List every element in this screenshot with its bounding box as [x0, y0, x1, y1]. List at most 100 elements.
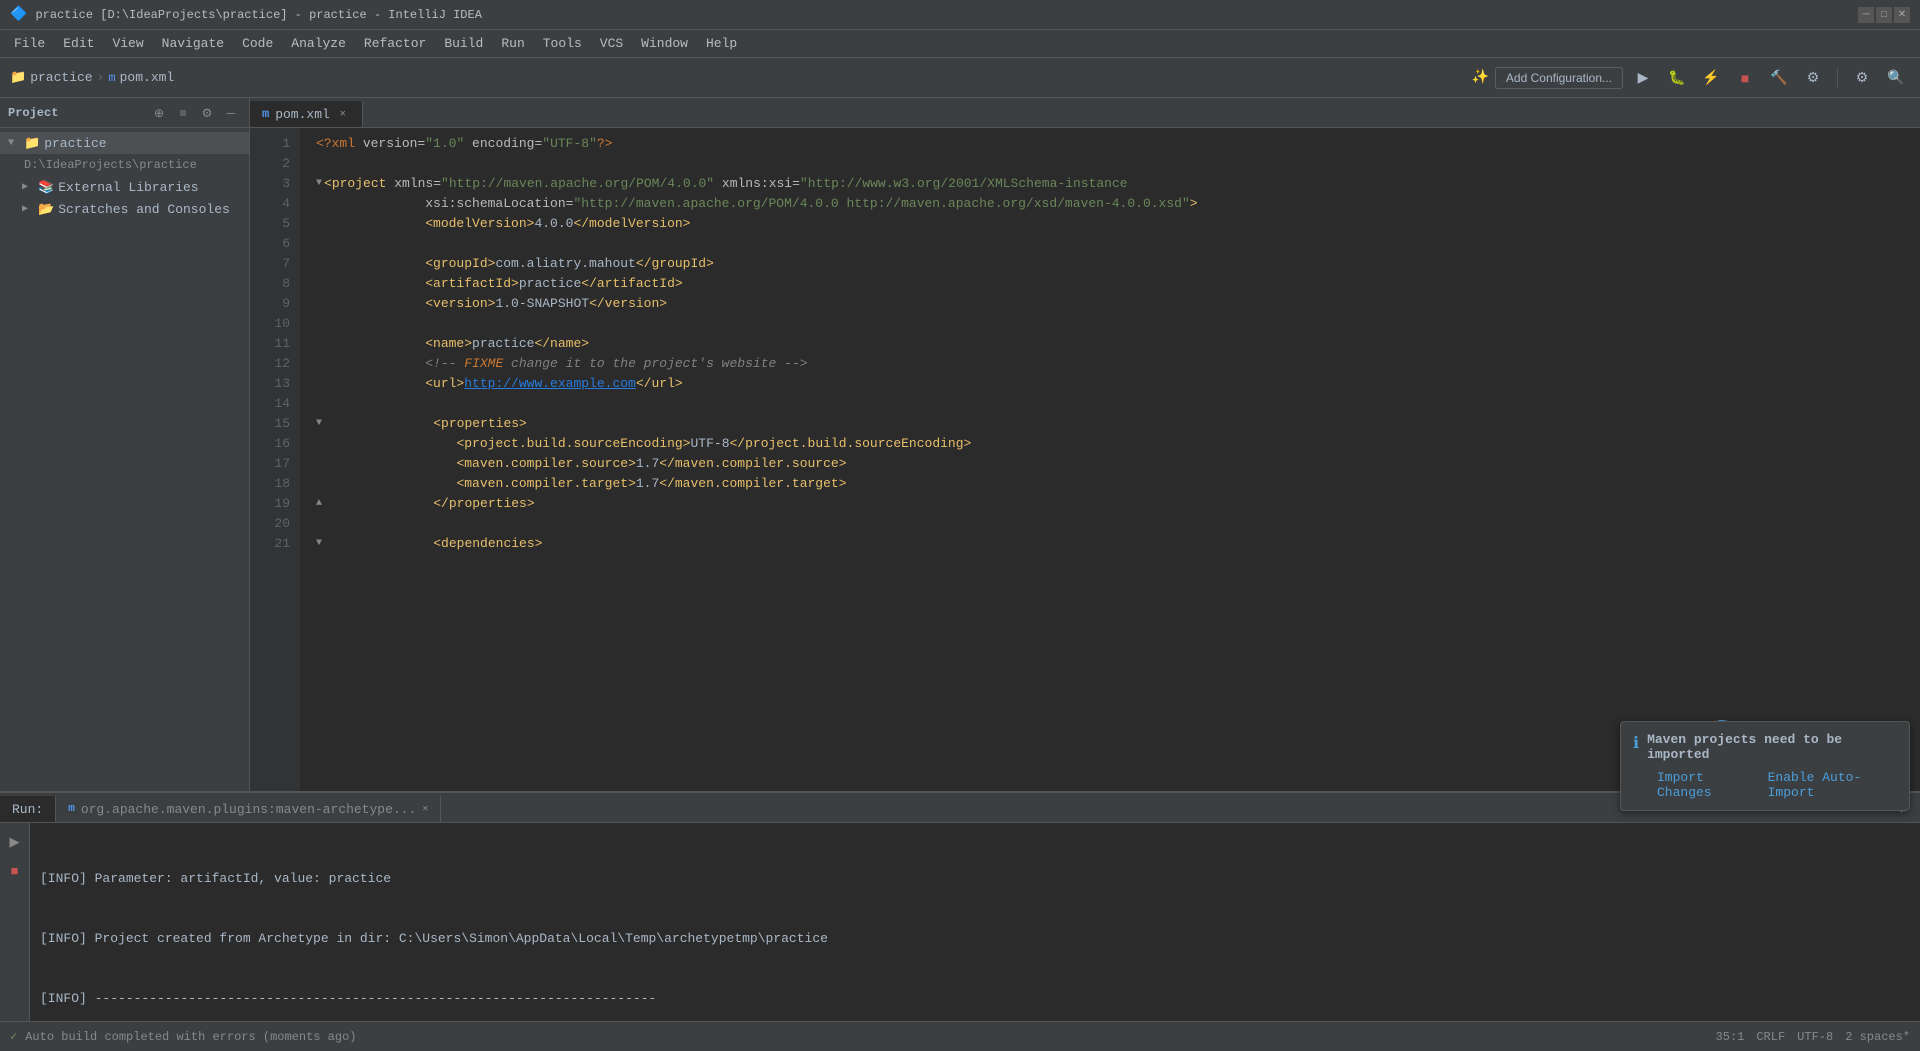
- editor-tabs: m pom.xml ✕: [250, 98, 1920, 128]
- run-button[interactable]: ▶: [1629, 64, 1657, 92]
- title-bar-controls: ─ □ ✕: [1858, 7, 1910, 23]
- menu-file[interactable]: File: [6, 33, 53, 54]
- menu-analyze[interactable]: Analyze: [283, 33, 354, 54]
- status-build-text: Auto build completed with errors (moment…: [25, 1030, 356, 1044]
- library-icon: 📚: [38, 180, 54, 195]
- menu-view[interactable]: View: [104, 33, 151, 54]
- debug-button[interactable]: 🐛: [1663, 64, 1691, 92]
- tree-item-scratches[interactable]: ▶ 📂 Scratches and Consoles: [0, 198, 249, 220]
- tree-item-external-libraries[interactable]: ▶ 📚 External Libraries: [0, 176, 249, 198]
- breadcrumb-project[interactable]: practice: [30, 70, 92, 85]
- code-line-7: <groupId>com.aliatry.mahout</groupId>: [316, 254, 1920, 274]
- tab-maven-run[interactable]: m org.apache.maven.plugins:maven-archety…: [56, 796, 441, 822]
- code-line-17: <maven.compiler.source>1.7</maven.compil…: [316, 454, 1920, 474]
- status-encoding[interactable]: UTF-8: [1797, 1030, 1833, 1044]
- code-line-18: <maven.compiler.target>1.7</maven.compil…: [316, 474, 1920, 494]
- tab-pom-label: pom.xml: [275, 107, 330, 122]
- close-button[interactable]: ✕: [1894, 7, 1910, 23]
- magic-wand-icon: ✨: [1471, 69, 1488, 86]
- bottom-tab-close-button[interactable]: ✕: [422, 803, 428, 815]
- code-line-10: [316, 314, 1920, 334]
- code-line-11: <name>practice</name>: [316, 334, 1920, 354]
- status-line-ending[interactable]: CRLF: [1756, 1030, 1785, 1044]
- code-line-20: [316, 514, 1920, 534]
- import-changes-link[interactable]: Import Changes: [1657, 770, 1758, 800]
- scratches-folder-icon: 📂: [38, 202, 54, 217]
- tab-maven-icon: m: [68, 803, 75, 815]
- stop-run-button[interactable]: ■: [4, 859, 26, 881]
- breadcrumb-file[interactable]: pom.xml: [120, 70, 175, 85]
- tab-maven-icon: m: [262, 107, 269, 121]
- menu-help[interactable]: Help: [698, 33, 745, 54]
- run-with-coverage-button[interactable]: ⚡: [1697, 64, 1725, 92]
- menu-build[interactable]: Build: [436, 33, 491, 54]
- bottom-content: ▶ ■ [INFO] Parameter: artifactId, value:…: [0, 823, 1920, 1021]
- sidebar-header: Project ⊕ ≡ ⚙ ─: [0, 98, 249, 128]
- menu-bar: File Edit View Navigate Code Analyze Ref…: [0, 30, 1920, 58]
- build-button[interactable]: 🔨: [1765, 64, 1793, 92]
- maximize-button[interactable]: □: [1876, 7, 1892, 23]
- rerun-button[interactable]: ▶: [4, 831, 26, 853]
- search-everywhere-button[interactable]: 🔍: [1882, 64, 1910, 92]
- settings-button[interactable]: ⚙: [1848, 64, 1876, 92]
- menu-run[interactable]: Run: [493, 33, 532, 54]
- notification-title: Maven projects need to be imported: [1647, 732, 1897, 762]
- menu-edit[interactable]: Edit: [55, 33, 102, 54]
- code-line-16: <project.build.sourceEncoding>UTF-8</pro…: [316, 434, 1920, 454]
- status-indent[interactable]: 2 spaces*: [1845, 1030, 1910, 1044]
- folder-icon: 📁: [24, 136, 40, 151]
- tree-practice-label: practice: [44, 136, 106, 151]
- minimize-button[interactable]: ─: [1858, 7, 1874, 23]
- tab-close-button[interactable]: ✕: [336, 107, 350, 121]
- code-line-3: ▼ <project xmlns="http://maven.apache.or…: [316, 174, 1920, 194]
- status-bar: ✓ Auto build completed with errors (mome…: [0, 1021, 1920, 1051]
- sidebar-collapse-button[interactable]: ≡: [173, 103, 193, 123]
- run-sidebar: ▶ ■: [0, 823, 30, 1021]
- run-tab-label: Run:: [12, 802, 43, 817]
- code-line-15: ▼ <properties>: [316, 414, 1920, 434]
- status-right: 35:1 CRLF UTF-8 2 spaces*: [1716, 1030, 1910, 1044]
- sdk-button[interactable]: ⚙: [1799, 64, 1827, 92]
- code-line-5: <modelVersion>4.0.0</modelVersion>: [316, 214, 1920, 234]
- run-line-3: [INFO] ---------------------------------…: [40, 989, 1910, 1009]
- tree-item-practice-path: D:\IdeaProjects\practice: [0, 154, 249, 176]
- sidebar-tree: ▼ 📁 practice D:\IdeaProjects\practice ▶ …: [0, 128, 249, 224]
- tree-external-libraries-label: External Libraries: [58, 180, 198, 195]
- code-line-8: <artifactId>practice</artifactId>: [316, 274, 1920, 294]
- menu-vcs[interactable]: VCS: [592, 33, 631, 54]
- menu-window[interactable]: Window: [633, 33, 696, 54]
- code-line-9: <version>1.0-SNAPSHOT</version>: [316, 294, 1920, 314]
- menu-code[interactable]: Code: [234, 33, 281, 54]
- code-line-19: ▲ </properties>: [316, 494, 1920, 514]
- maven-tab-label: org.apache.maven.plugins:maven-archetype…: [81, 802, 416, 817]
- tab-run[interactable]: Run:: [0, 796, 56, 822]
- tree-item-practice[interactable]: ▼ 📁 practice: [0, 132, 249, 154]
- sidebar-add-button[interactable]: ⊕: [149, 103, 169, 123]
- sidebar-hide-button[interactable]: ─: [221, 103, 241, 123]
- code-line-21: ▼ <dependencies>: [316, 534, 1920, 554]
- run-line-2: [INFO] Project created from Archetype in…: [40, 929, 1910, 949]
- toolbar: 📁 practice › m pom.xml ✨ Add Configurati…: [0, 58, 1920, 98]
- stop-button[interactable]: ■: [1731, 64, 1759, 92]
- bottom-panel: Run: m org.apache.maven.plugins:maven-ar…: [0, 791, 1920, 1021]
- status-position[interactable]: 35:1: [1716, 1030, 1745, 1044]
- menu-navigate[interactable]: Navigate: [154, 33, 232, 54]
- enable-auto-import-link[interactable]: Enable Auto-Import: [1768, 770, 1897, 800]
- title-bar-left: 🔷 practice [D:\IdeaProjects\practice] - …: [10, 6, 482, 23]
- tree-practice-path: D:\IdeaProjects\practice: [24, 158, 197, 172]
- sidebar-settings-button[interactable]: ⚙: [197, 103, 217, 123]
- info-icon: ℹ: [1633, 733, 1639, 753]
- code-line-1: <?xml version="1.0" encoding="UTF-8"?>: [316, 134, 1920, 154]
- notification-header: ℹ Maven projects need to be imported: [1633, 732, 1897, 762]
- add-configuration-button[interactable]: Add Configuration...: [1495, 67, 1623, 89]
- run-line-1: [INFO] Parameter: artifactId, value: pra…: [40, 869, 1910, 889]
- tab-pom-xml[interactable]: m pom.xml ✕: [250, 101, 363, 127]
- menu-refactor[interactable]: Refactor: [356, 33, 434, 54]
- title-bar: 🔷 practice [D:\IdeaProjects\practice] - …: [0, 0, 1920, 30]
- menu-tools[interactable]: Tools: [535, 33, 590, 54]
- notification-actions: Import Changes Enable Auto-Import: [1633, 770, 1897, 800]
- code-line-14: [316, 394, 1920, 414]
- status-check-icon: ✓: [10, 1029, 17, 1044]
- tree-scratches-label: Scratches and Consoles: [58, 202, 230, 217]
- tree-arrow-icon: ▶: [22, 181, 34, 193]
